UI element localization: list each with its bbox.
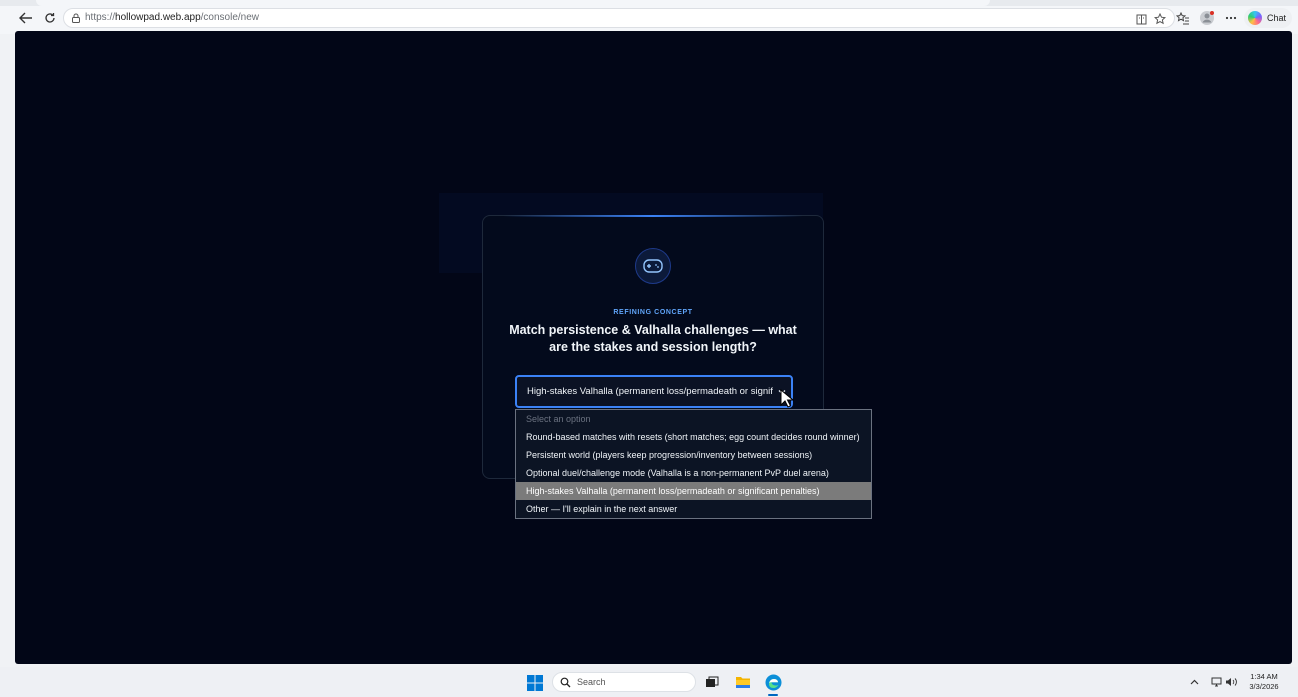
- card-accent-line: [503, 215, 803, 217]
- url-text: https://hollowpad.web.app/console/new: [85, 12, 259, 23]
- page-viewport: REFINING CONCEPT Match persistence & Val…: [15, 31, 1292, 664]
- dropdown-option-round-based[interactable]: Round-based matches with resets (short m…: [516, 428, 871, 446]
- chat-label: Chat: [1267, 13, 1287, 23]
- system-clock[interactable]: 1:34 AM 3/3/2026: [1244, 672, 1284, 692]
- url-path: /console/new: [200, 12, 260, 23]
- address-bar[interactable]: https://hollowpad.web.app/console/new: [63, 8, 1175, 28]
- refresh-icon[interactable]: [41, 10, 59, 26]
- copilot-chat-button[interactable]: Chat: [1244, 8, 1292, 28]
- volume-icon[interactable]: [1225, 676, 1237, 688]
- dropdown-option-duel-mode[interactable]: Optional duel/challenge mode (Valhalla i…: [516, 464, 871, 482]
- question-title: Match persistence & Valhalla challenges …: [509, 323, 797, 354]
- mouse-cursor-icon: [780, 389, 794, 408]
- answer-select[interactable]: High-stakes Valhalla (permanent loss/per…: [515, 375, 793, 408]
- edge-browser-icon[interactable]: [764, 673, 782, 691]
- windows-start-icon[interactable]: [527, 675, 543, 691]
- network-icon[interactable]: [1210, 676, 1222, 688]
- taskbar: Search 1:34 AM 3/3/2026: [0, 667, 1298, 697]
- select-dropdown-list: Select an option Round-based matches wit…: [515, 409, 872, 519]
- task-view-icon[interactable]: [703, 673, 721, 691]
- select-value: High-stakes Valhalla (permanent loss/per…: [527, 386, 773, 397]
- lock-icon[interactable]: [71, 13, 81, 23]
- gamepad-icon: [635, 248, 671, 284]
- tab-strip: [0, 0, 1298, 6]
- section-eyebrow: REFINING CONCEPT: [613, 309, 693, 316]
- taskbar-search-placeholder: Search: [577, 677, 606, 687]
- search-icon: [560, 677, 571, 688]
- back-icon[interactable]: [17, 10, 35, 26]
- dropdown-placeholder: Select an option: [526, 414, 591, 424]
- active-app-indicator: [768, 694, 778, 696]
- clock-time: 1:34 AM: [1250, 672, 1278, 681]
- chevron-up-icon[interactable]: [1188, 676, 1200, 688]
- reading-view-icon[interactable]: [1134, 12, 1148, 26]
- dropdown-option-high-stakes[interactable]: High-stakes Valhalla (permanent loss/per…: [516, 482, 871, 500]
- dropdown-option-other[interactable]: Other — I'll explain in the next answer: [516, 500, 871, 518]
- clock-date: 3/3/2026: [1249, 682, 1279, 691]
- active-tab[interactable]: [36, 0, 990, 6]
- url-host: hollowpad.web.app: [115, 12, 201, 23]
- url-scheme: https://: [85, 12, 116, 23]
- file-explorer-icon[interactable]: [734, 673, 752, 691]
- dropdown-option-persistent-world[interactable]: Persistent world (players keep progressi…: [516, 446, 871, 464]
- copilot-icon: [1248, 11, 1262, 25]
- profile-avatar[interactable]: [1198, 9, 1216, 27]
- favorite-star-icon[interactable]: [1153, 12, 1167, 26]
- favorites-icon[interactable]: [1174, 9, 1192, 27]
- taskbar-search[interactable]: Search: [552, 672, 696, 692]
- more-options-icon[interactable]: [1222, 9, 1240, 27]
- browser-toolbar: https://hollowpad.web.app/console/new Ch…: [0, 0, 1298, 34]
